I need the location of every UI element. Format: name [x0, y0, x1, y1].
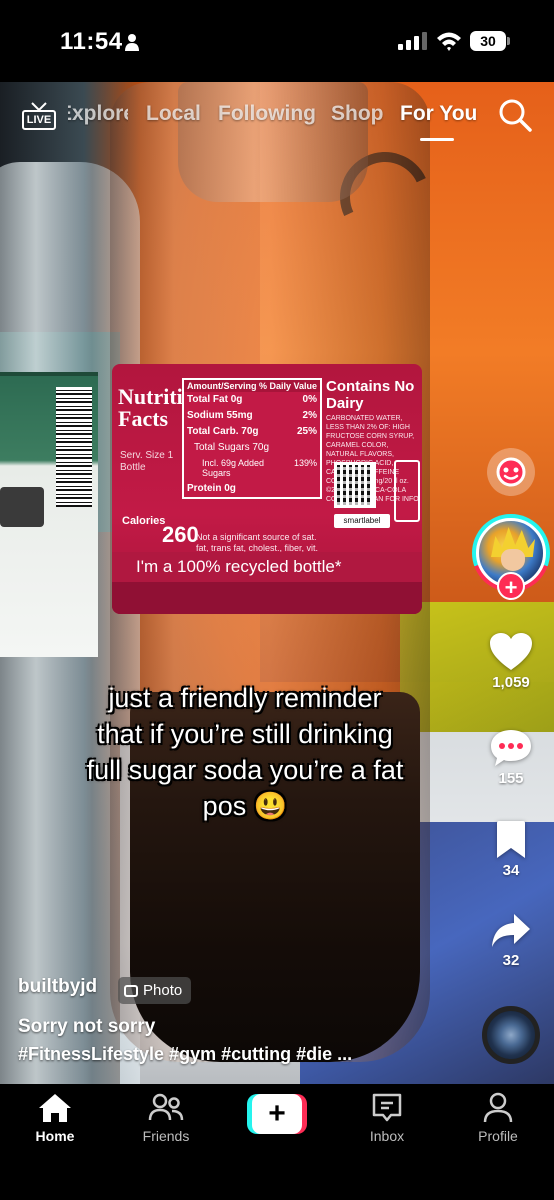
wifi-icon	[437, 32, 461, 51]
nutrition-row: Total Carb. 70g 25%	[184, 424, 320, 440]
serving-size: Serv. Size 1 Bottle	[120, 450, 174, 473]
like-button[interactable]: 1,059	[480, 632, 542, 691]
active-tab-indicator	[420, 138, 454, 141]
caption-line: that if you’re still drinking	[97, 719, 393, 749]
recycle-bottle-icon	[394, 460, 420, 522]
like-count: 1,059	[492, 674, 530, 691]
share-count: 32	[502, 952, 520, 969]
post-photo[interactable]: Nutrition Facts Serv. Size 1 Bottle Amou…	[0, 82, 554, 1084]
effect-face-icon	[496, 457, 526, 487]
nutrition-row: Total Fat 0g 0%	[184, 392, 320, 408]
live-label: LIVE	[22, 110, 56, 130]
avatar-face	[501, 549, 525, 571]
nutrition-row: Sodium 55mg 2%	[184, 408, 320, 424]
nav-profile[interactable]: Profile	[453, 1092, 543, 1144]
nutrition-row: Total Sugars 70g	[184, 440, 320, 456]
battery-indicator: 30	[470, 31, 510, 51]
comment-icon	[491, 730, 531, 766]
nav-inbox-label: Inbox	[369, 1128, 405, 1144]
barcode-icon	[56, 387, 92, 507]
nav-profile-label: Profile	[478, 1128, 518, 1144]
battery-level: 30	[470, 31, 506, 51]
search-icon[interactable]	[498, 98, 532, 132]
friends-icon	[148, 1093, 184, 1121]
save-button[interactable]: 34	[480, 820, 542, 879]
inbox-icon	[372, 1093, 402, 1122]
save-count: 34	[502, 862, 520, 879]
follow-plus-button[interactable]: +	[497, 572, 525, 600]
status-time: 11:54	[60, 28, 123, 55]
calories-value: 260	[162, 522, 199, 547]
create-button[interactable]: +	[247, 1094, 307, 1134]
effect-button[interactable]	[487, 448, 535, 496]
tab-local[interactable]: Local	[146, 102, 201, 126]
signal-icon	[398, 32, 427, 50]
caption-line: pos 😃	[202, 791, 288, 821]
share-arrow-icon	[492, 914, 530, 947]
nav-friends-label: Friends	[142, 1128, 190, 1144]
tab-explore[interactable]: Explore	[68, 102, 128, 126]
caption-line: just a friendly reminder	[108, 683, 382, 713]
tab-shop[interactable]: Shop	[331, 102, 384, 126]
nutrition-table-header: Amount/Serving % Daily Value	[184, 380, 320, 392]
photo-icon	[124, 984, 138, 997]
photo-badge: Photo	[118, 977, 192, 1004]
smartlabel-badge: smartlabel	[334, 514, 390, 528]
share-button[interactable]: 32	[480, 912, 542, 969]
bookmark-icon	[497, 821, 525, 858]
home-icon	[39, 1094, 71, 1122]
tab-following[interactable]: Following	[218, 102, 316, 126]
nutrition-title: Nutrition Facts	[118, 384, 206, 431]
music-disc-icon[interactable]	[482, 1006, 540, 1064]
tab-for-you[interactable]: For You	[400, 102, 477, 126]
profile-icon	[483, 1092, 513, 1123]
person-icon	[125, 34, 139, 51]
recycled-bottle-text: I'm a 100% recycled bottle*	[112, 552, 422, 582]
qr-code-pattern	[337, 465, 373, 505]
contains-title: Contains No Dairy	[326, 378, 415, 412]
live-button[interactable]: LIVE	[22, 102, 56, 132]
header-daily-value: % Daily Value	[258, 381, 317, 391]
nav-home-label: Home	[35, 1128, 75, 1144]
battery-tip	[507, 37, 510, 45]
nav-inbox[interactable]: Inbox	[342, 1092, 432, 1144]
caption-overlay: just a friendly reminder that if you’re …	[40, 680, 450, 824]
post-hashtags[interactable]: #FitnessLifestyle #gym #cutting #die ...	[18, 1044, 352, 1065]
nutrition-row: Incl. 69g Added Sugars 139%	[184, 456, 320, 481]
nav-friends[interactable]: Friends	[121, 1092, 211, 1144]
post-description[interactable]: Sorry not sorry	[18, 1016, 155, 1038]
top-nav: LIVE Explore Local Following Shop For Yo…	[0, 92, 554, 142]
plus-icon: +	[252, 1094, 302, 1134]
label-stripe	[112, 582, 422, 614]
comment-count: 155	[498, 770, 524, 787]
comment-button[interactable]: 155	[480, 728, 542, 787]
heart-icon	[490, 633, 532, 670]
recycle-icon	[0, 487, 44, 527]
caption-line: full sugar soda you’re a fat	[86, 755, 404, 785]
nav-home[interactable]: Home	[10, 1092, 100, 1144]
nutrition-table: Amount/Serving % Daily Value Total Fat 0…	[182, 378, 322, 499]
bottom-nav: Home Friends + Inbox Profile	[0, 1084, 554, 1200]
status-bar: 11:54 30	[0, 0, 554, 82]
photo-badge-label: Photo	[143, 982, 183, 999]
header-amount: Amount/Serving	[187, 381, 257, 391]
creator-username[interactable]: builtbyjd	[18, 976, 97, 998]
nutrition-row: Protein 0g	[184, 481, 320, 497]
nutrition-label: Nutrition Facts Serv. Size 1 Bottle Amou…	[112, 364, 422, 614]
